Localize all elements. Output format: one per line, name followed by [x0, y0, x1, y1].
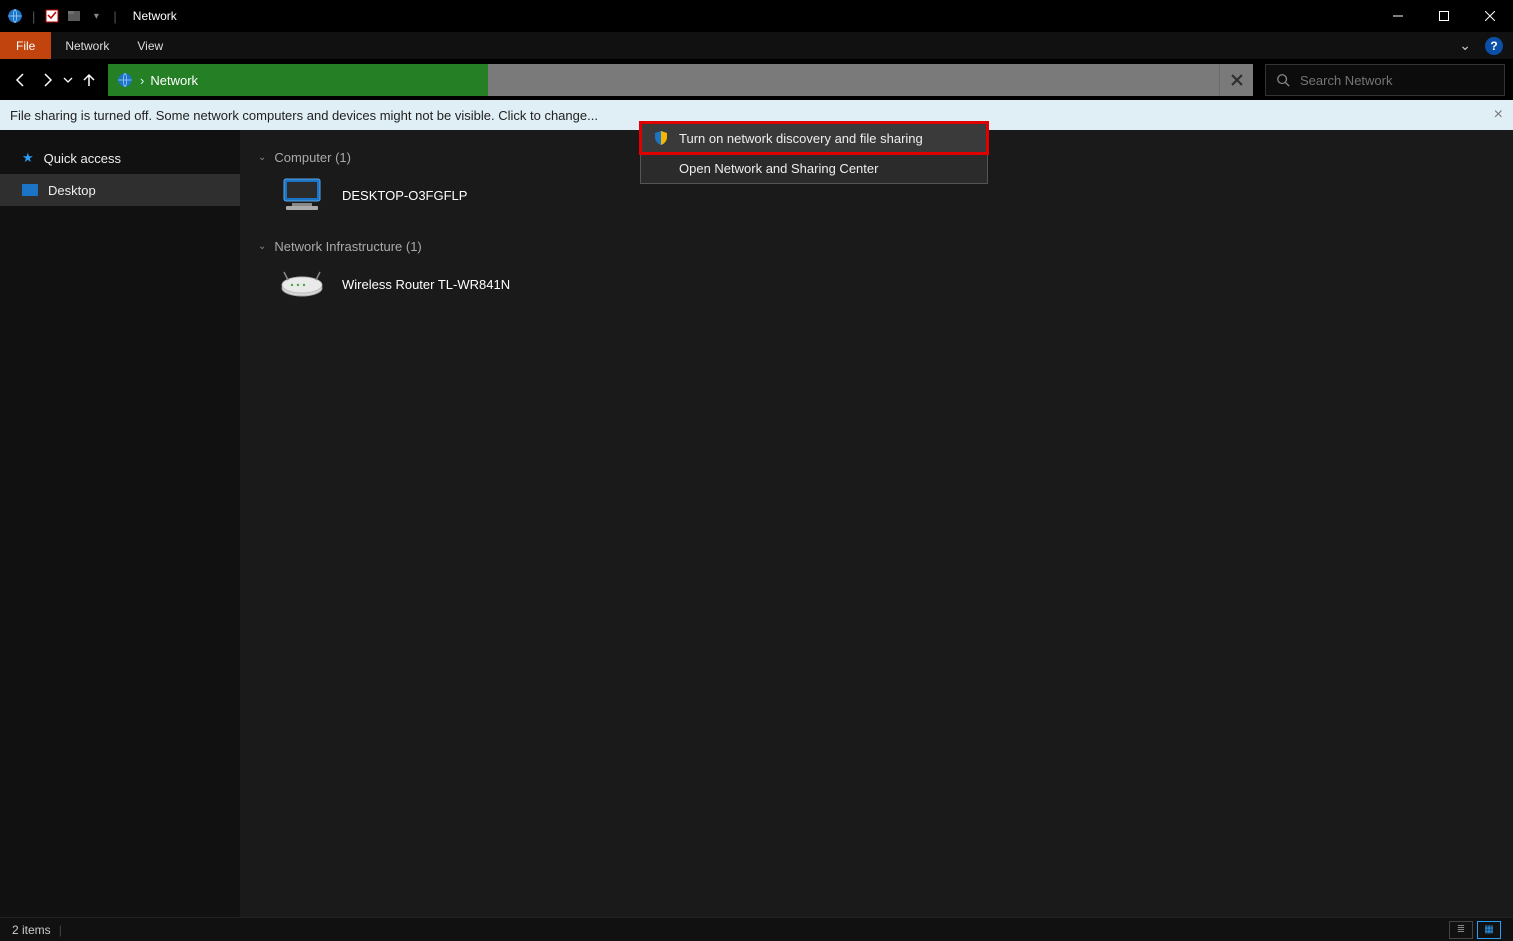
- separator: |: [113, 9, 116, 24]
- breadcrumb[interactable]: › Network: [108, 64, 488, 96]
- refresh-button[interactable]: [1219, 64, 1253, 96]
- chevron-down-icon: ⌄: [258, 152, 266, 163]
- breadcrumb-label: Network: [150, 73, 198, 88]
- qat: | ▾ |: [0, 7, 121, 25]
- search-input[interactable]: [1300, 73, 1494, 88]
- banner-close-icon[interactable]: ×: [1494, 100, 1503, 130]
- new-folder-icon[interactable]: [65, 7, 83, 25]
- file-tab-label: File: [16, 39, 35, 53]
- ribbon-collapse-icon[interactable]: ⌄: [1451, 37, 1479, 54]
- sidebar: ★ Quick access Desktop: [0, 130, 240, 917]
- status-text: 2 items: [12, 923, 51, 937]
- icons-view-button[interactable]: ▦: [1477, 921, 1501, 939]
- item-label: DESKTOP-O3FGFLP: [342, 188, 467, 203]
- ctx-item-label: Turn on network discovery and file shari…: [679, 131, 923, 146]
- nav-row: › Network: [0, 60, 1513, 100]
- up-button[interactable]: [76, 64, 102, 96]
- ctx-item-turn-on-sharing[interactable]: Turn on network discovery and file shari…: [641, 123, 987, 153]
- shield-icon: [653, 130, 669, 146]
- close-button[interactable]: [1467, 0, 1513, 32]
- router-icon: [278, 264, 326, 304]
- list-item-router[interactable]: Wireless Router TL-WR841N: [278, 264, 1495, 304]
- item-label: Wireless Router TL-WR841N: [342, 277, 510, 292]
- spacer-icon: [653, 160, 669, 176]
- tab-network[interactable]: Network: [51, 32, 123, 59]
- ctx-item-open-center[interactable]: Open Network and Sharing Center: [641, 153, 987, 183]
- context-menu: Turn on network discovery and file shari…: [640, 122, 988, 184]
- window-controls: [1375, 0, 1513, 32]
- sidebar-item-label: Quick access: [44, 151, 121, 166]
- address-bar[interactable]: › Network: [108, 64, 1253, 96]
- ribbon: File Network View ⌄ ?: [0, 32, 1513, 60]
- tab-view[interactable]: View: [123, 32, 177, 59]
- content-pane: ⌄ Computer (1) DESKTOP-O3FGFLP ⌄ Network…: [240, 130, 1513, 917]
- group-header-label: Computer (1): [274, 150, 351, 165]
- banner-text: File sharing is turned off. Some network…: [10, 108, 598, 123]
- separator: |: [32, 9, 35, 24]
- status-bar: 2 items | ≣ ▦: [0, 917, 1513, 941]
- search-icon: [1276, 73, 1290, 87]
- star-icon: ★: [22, 150, 34, 166]
- file-tab[interactable]: File: [0, 32, 51, 59]
- recent-dropdown-icon[interactable]: [60, 64, 76, 96]
- qat-dropdown-icon[interactable]: ▾: [87, 7, 105, 25]
- help-icon[interactable]: ?: [1485, 37, 1503, 55]
- separator: |: [59, 923, 62, 937]
- desktop-icon: [22, 184, 38, 196]
- search-box[interactable]: [1265, 64, 1505, 96]
- chevron-down-icon: ⌄: [258, 241, 266, 252]
- network-icon: [116, 71, 134, 89]
- title-bar: | ▾ | Network: [0, 0, 1513, 32]
- back-button[interactable]: [8, 64, 34, 96]
- group-header-label: Network Infrastructure (1): [274, 239, 421, 254]
- sidebar-item-quick-access[interactable]: ★ Quick access: [0, 142, 240, 174]
- minimize-button[interactable]: [1375, 0, 1421, 32]
- address-empty[interactable]: [488, 64, 1219, 96]
- network-icon: [6, 7, 24, 25]
- properties-icon[interactable]: [43, 7, 61, 25]
- group-header-network-infra[interactable]: ⌄ Network Infrastructure (1): [258, 239, 1495, 254]
- tab-label: View: [137, 39, 163, 53]
- chevron-right-icon: ›: [140, 73, 144, 88]
- forward-button[interactable]: [34, 64, 60, 96]
- main-body: ★ Quick access Desktop ⌄ Computer (1) DE…: [0, 130, 1513, 917]
- ctx-item-label: Open Network and Sharing Center: [679, 161, 878, 176]
- details-view-button[interactable]: ≣: [1449, 921, 1473, 939]
- computer-icon: [278, 175, 326, 215]
- tab-label: Network: [65, 39, 109, 53]
- window-title: Network: [133, 9, 177, 23]
- maximize-button[interactable]: [1421, 0, 1467, 32]
- sidebar-item-label: Desktop: [48, 183, 96, 198]
- sidebar-item-desktop[interactable]: Desktop: [0, 174, 240, 206]
